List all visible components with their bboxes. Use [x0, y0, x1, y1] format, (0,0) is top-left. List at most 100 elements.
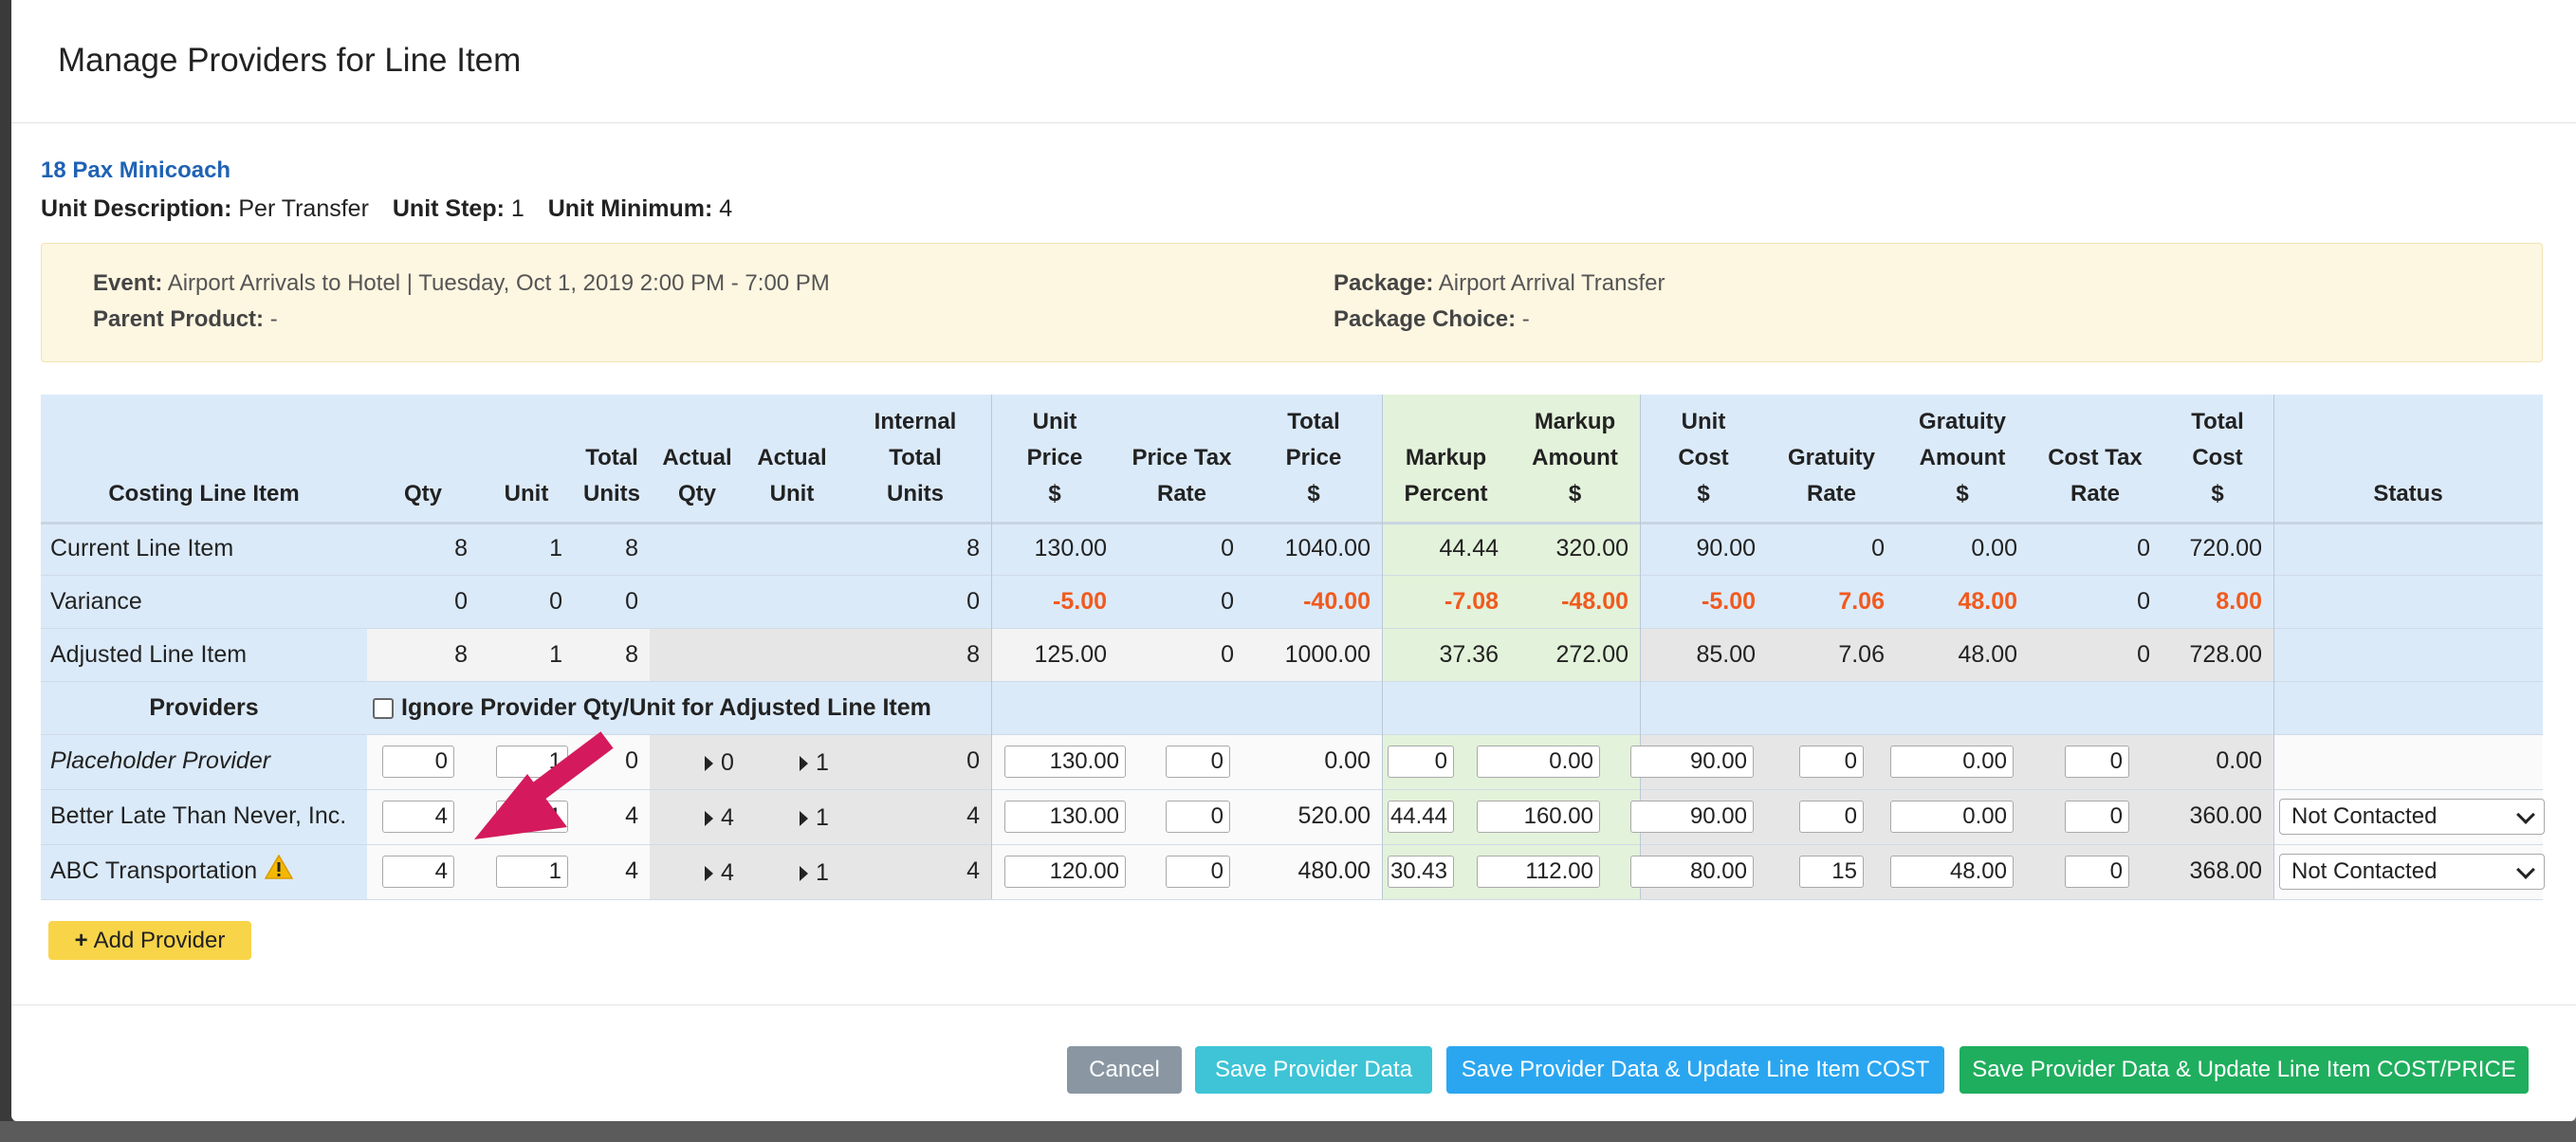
header-qty-line: Qty — [403, 481, 442, 507]
provider-input-gratuity-rate[interactable]: 0 — [1799, 746, 1864, 778]
provider-input-gratuity-amount[interactable]: 48.00 — [1890, 856, 2014, 888]
header-gratuity-amount-line: Gratuity — [1918, 409, 2006, 434]
ignore-provider-qty-label: Ignore Provider Qty/Unit for Adjusted Li… — [401, 694, 931, 721]
header-total-units-line: Total — [585, 445, 638, 470]
summary-cell-cost-tax-rate: 0 — [2137, 641, 2150, 668]
header-price-tax-rate-line: Rate — [1156, 481, 1207, 507]
header-gratuity-rate-line: Gratuity — [1787, 445, 1875, 470]
caret-right-icon — [705, 811, 713, 827]
provider-input-price-tax-rate[interactable]: 0 — [1166, 801, 1230, 833]
provider-input-unit[interactable]: 1 — [496, 746, 568, 778]
provider-cell-actual-qty[interactable]: 0 — [705, 736, 734, 789]
provider-input-gratuity-rate[interactable]: 15 — [1799, 856, 1864, 888]
provider-cell-total-units: 0 — [625, 747, 638, 774]
header-status-line: Status — [2373, 481, 2443, 507]
header-total-price-line: $ — [1307, 481, 1320, 507]
header-internal-total-units-line: Units — [887, 481, 944, 507]
header-unit-cost-line: $ — [1697, 481, 1710, 507]
provider-name: ABC Transportation — [50, 844, 294, 898]
provider-input-qty[interactable]: 4 — [382, 801, 454, 833]
summary-cell-price-tax-rate: 0 — [1221, 588, 1234, 615]
header-internal-total-units-line: Internal — [874, 409, 957, 434]
summary-cell-unit-cost: -5.00 — [1702, 588, 1756, 615]
header-total-price: Total Price $ — [1245, 404, 1382, 512]
provider-cell-actual-unit[interactable]: 1 — [800, 736, 829, 789]
provider-input-unit-cost[interactable]: 90.00 — [1630, 801, 1754, 833]
ignore-provider-qty-option[interactable]: Ignore Provider Qty/Unit for Adjusted Li… — [373, 681, 931, 734]
provider-cell-actual-unit[interactable]: 1 — [800, 846, 829, 899]
provider-cell-actual-qty[interactable]: 4 — [705, 791, 734, 844]
header-actual-unit-line: Unit — [769, 481, 815, 507]
header-actual-qty: Actual Qty — [650, 440, 745, 512]
provider-input-unit-price[interactable]: 130.00 — [1004, 801, 1126, 833]
add-provider-button[interactable]: + Add Provider — [48, 921, 251, 960]
summary-row-label: Adjusted Line Item — [50, 641, 248, 668]
summary-cell-total-price: -40.00 — [1303, 588, 1371, 615]
provider-input-markup-amount[interactable]: 0.00 — [1477, 746, 1600, 778]
summary-cell-total-cost: 8.00 — [2216, 588, 2262, 615]
save-provider-data-button[interactable]: Save Provider Data — [1195, 1046, 1432, 1094]
header-total-units-line: Units — [583, 481, 640, 507]
save-update-cost-button[interactable]: Save Provider Data & Update Line Item CO… — [1446, 1046, 1944, 1094]
provider-input-unit[interactable]: 1 — [496, 856, 568, 888]
summary-cell-cost-tax-rate: 0 — [2137, 588, 2150, 615]
provider-input-unit[interactable]: 1 — [496, 801, 568, 833]
providers-label: Providers — [149, 694, 259, 721]
summary-cell-markup-amount: -48.00 — [1561, 588, 1628, 615]
provider-cell-total-cost: 0.00 — [2216, 747, 2262, 774]
provider-input-markup-percent[interactable]: 30.43 — [1388, 856, 1454, 888]
provider-cell-actual-qty[interactable]: 4 — [705, 846, 734, 899]
header-markup-amount-line: Amount — [1532, 445, 1618, 470]
provider-input-gratuity-amount[interactable]: 0.00 — [1890, 801, 2014, 833]
header-markup-amount-line: Markup — [1534, 409, 1616, 434]
provider-input-price-tax-rate[interactable]: 0 — [1166, 856, 1230, 888]
caret-right-icon — [800, 866, 808, 882]
header-gratuity-rate-line: Rate — [1806, 481, 1857, 507]
header-total-price-line: Total — [1287, 409, 1340, 434]
summary-cell-total-cost: 720.00 — [2189, 535, 2262, 562]
header-cost-tax-rate-line: Cost Tax — [2048, 445, 2143, 470]
provider-input-cost-tax-rate[interactable]: 0 — [2065, 746, 2129, 778]
provider-input-unit-price[interactable]: 130.00 — [1004, 746, 1126, 778]
summary-cell-unit-cost: 85.00 — [1696, 641, 1756, 668]
unit-step: 1 — [510, 195, 524, 222]
header-unit-line: Unit — [504, 481, 549, 507]
modal-header: Manage Providers for Line Item — [11, 0, 2576, 123]
header-unit: Unit — [479, 476, 574, 512]
provider-input-unit-price[interactable]: 120.00 — [1004, 856, 1126, 888]
ignore-provider-qty-checkbox[interactable] — [373, 698, 394, 720]
provider-input-markup-percent[interactable]: 0 — [1388, 746, 1454, 778]
provider-cell-actual-unit[interactable]: 1 — [800, 791, 829, 844]
header-price-tax-rate-line: Price Tax — [1132, 445, 1232, 470]
header-costing-line-item: Costing Line Item — [108, 481, 300, 507]
event-label: Event: — [93, 270, 163, 296]
cancel-button[interactable]: Cancel — [1067, 1046, 1182, 1094]
header-unit-price: Unit Price $ — [991, 404, 1118, 512]
plus-icon: + — [74, 928, 88, 953]
provider-input-gratuity-amount[interactable]: 0.00 — [1890, 746, 2014, 778]
provider-input-qty[interactable]: 4 — [382, 856, 454, 888]
provider-status-select[interactable]: Not Contacted — [2279, 799, 2545, 835]
save-update-cost-price-button[interactable]: Save Provider Data & Update Line Item CO… — [1960, 1046, 2529, 1094]
provider-input-markup-amount[interactable]: 160.00 — [1477, 801, 1600, 833]
event-info-box: Event: Airport Arrivals to Hotel | Tuesd… — [41, 243, 2543, 362]
header-actual-qty-line: Qty — [677, 481, 716, 507]
provider-input-gratuity-rate[interactable]: 0 — [1799, 801, 1864, 833]
provider-input-qty[interactable]: 0 — [382, 746, 454, 778]
summary-cell-gratuity-amount: 48.00 — [1958, 588, 2017, 615]
provider-input-unit-cost[interactable]: 90.00 — [1630, 746, 1754, 778]
provider-input-price-tax-rate[interactable]: 0 — [1166, 746, 1230, 778]
provider-input-cost-tax-rate[interactable]: 0 — [2065, 856, 2129, 888]
product-name-link[interactable]: 18 Pax Minicoach — [41, 157, 230, 184]
summary-cell-unit: 0 — [549, 588, 562, 615]
provider-input-markup-amount[interactable]: 112.00 — [1477, 856, 1600, 888]
provider-input-unit-cost[interactable]: 80.00 — [1630, 856, 1754, 888]
unit-info: Unit Description: Per Transfer Unit Step… — [41, 195, 732, 223]
unit-minimum: 4 — [719, 195, 733, 222]
provider-input-markup-percent[interactable]: 44.44 — [1388, 801, 1454, 833]
provider-input-cost-tax-rate[interactable]: 0 — [2065, 801, 2129, 833]
summary-cell-total-units: 8 — [625, 535, 638, 562]
provider-status-select[interactable]: Not Contacted — [2279, 854, 2545, 890]
header-markup-amount: Markup Amount $ — [1510, 404, 1640, 512]
package-choice-value: - — [1521, 306, 1530, 332]
